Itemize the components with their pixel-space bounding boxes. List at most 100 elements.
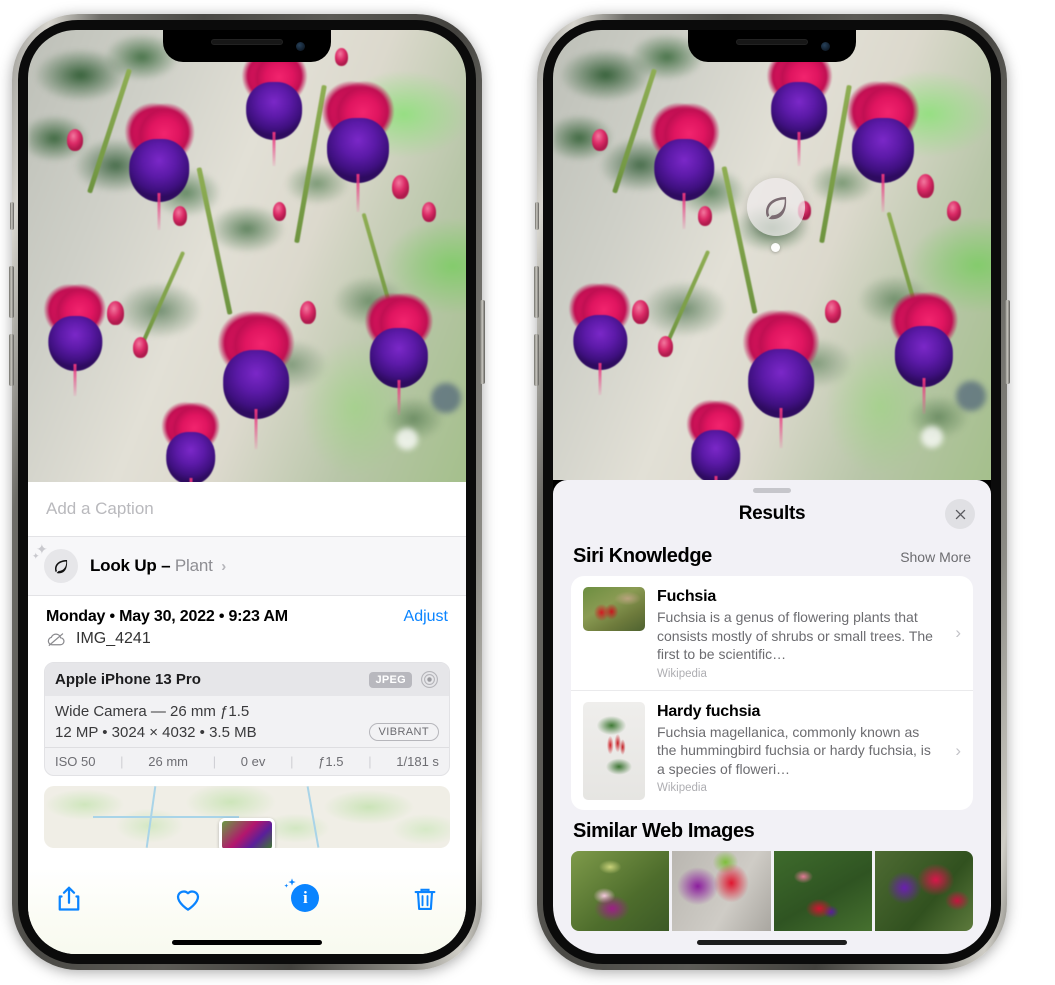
web-image-thumbnail[interactable]: [672, 850, 771, 931]
favorite-button[interactable]: [173, 884, 203, 914]
knowledge-item[interactable]: Fuchsia Fuchsia is a genus of flowering …: [571, 576, 973, 690]
delete-button[interactable]: [410, 884, 440, 914]
volume-up-button[interactable]: [534, 266, 539, 318]
flower: [557, 271, 643, 396]
look-up-dash: –: [161, 556, 171, 575]
exif-focal: 26 mm: [148, 754, 188, 769]
web-image-thumbnail[interactable]: [773, 850, 872, 931]
camera-info-card[interactable]: Apple iPhone 13 Pro JPEG Wide Camera — 2…: [44, 662, 450, 776]
show-more-button[interactable]: Show More: [900, 549, 971, 565]
knowledge-description: Fuchsia is a genus of flowering plants t…: [657, 609, 933, 663]
look-up-label: Look Up – Plant ›: [90, 556, 226, 576]
earpiece-speaker: [736, 39, 808, 45]
bud: [916, 174, 934, 198]
look-up-row[interactable]: ✦ ✦ Look Up – Plant ›: [28, 536, 466, 595]
screen-right: Results Siri Knowledge Show More Fuchsia…: [553, 30, 991, 954]
adjust-button[interactable]: Adjust: [404, 608, 448, 626]
sparkle-icon: ✦: [32, 551, 40, 561]
knowledge-source: Wikipedia: [657, 667, 707, 680]
results-header: Results: [553, 493, 991, 535]
flower: [229, 36, 319, 167]
resolution-info: 12 MP • 3024 × 4032 • 3.5 MB: [55, 723, 257, 741]
photo-viewer[interactable]: [28, 30, 466, 482]
map-photo-pin[interactable]: [219, 818, 275, 848]
bud: [422, 201, 437, 222]
bokeh: [955, 381, 986, 411]
exif-shutter: 1/181 s: [396, 754, 439, 769]
aperture-icon: [421, 671, 438, 688]
share-icon: [58, 886, 80, 911]
notch: [163, 30, 331, 62]
silent-switch[interactable]: [535, 202, 539, 230]
close-button[interactable]: [945, 499, 975, 529]
knowledge-thumbnail: [583, 701, 645, 800]
knowledge-item[interactable]: Hardy fuchsia Fuchsia magellanica, commo…: [571, 689, 973, 810]
knowledge-title: Hardy fuchsia: [657, 702, 761, 720]
section-title: Similar Web Images: [573, 819, 755, 842]
camera-card-header: Apple iPhone 13 Pro JPEG: [45, 663, 449, 696]
look-up-subject: Plant: [174, 556, 213, 575]
flower: [636, 90, 732, 230]
bud: [172, 206, 187, 227]
power-button[interactable]: [1005, 300, 1010, 384]
results-sheet: Results Siri Knowledge Show More Fuchsia…: [553, 480, 991, 954]
close-icon: [955, 509, 965, 519]
flower: [352, 280, 446, 415]
power-button[interactable]: [480, 300, 485, 384]
silent-switch[interactable]: [10, 202, 14, 230]
photo-metadata: Monday • May 30, 2022 • 9:23 AM Adjust I…: [28, 595, 466, 656]
camera-card-body: Wide Camera — 26 mm ƒ1.5 12 MP • 3024 × …: [45, 696, 449, 747]
earpiece-speaker: [211, 39, 283, 45]
bud: [947, 201, 962, 221]
chevron-right-icon: ›: [221, 558, 226, 575]
map-road: [92, 815, 239, 818]
caption-field[interactable]: Add a Caption: [28, 482, 466, 536]
bud: [658, 336, 674, 357]
home-indicator[interactable]: [172, 940, 322, 945]
bud: [631, 300, 649, 324]
lens-info: Wide Camera — 26 mm ƒ1.5: [55, 703, 250, 720]
chevron-right-icon: ›: [955, 623, 961, 643]
notch: [688, 30, 856, 62]
leaf-icon: ✦ ✦: [32, 542, 78, 583]
info-button[interactable]: i: [284, 878, 321, 914]
front-camera: [821, 42, 830, 51]
volume-up-button[interactable]: [9, 266, 14, 318]
bud: [299, 301, 316, 325]
results-title: Results: [738, 503, 806, 524]
section-title: Siri Knowledge: [573, 545, 712, 567]
bud: [824, 300, 841, 323]
web-image-thumbnail[interactable]: [571, 850, 670, 931]
sparkle-icon: [282, 877, 298, 898]
similar-web-images-header: Similar Web Images: [553, 810, 991, 847]
exif-aperture: ƒ1.5: [318, 754, 344, 769]
divider: |: [120, 754, 124, 769]
flower: [877, 279, 971, 414]
home-indicator[interactable]: [697, 940, 847, 945]
bud: [592, 129, 609, 151]
icloud-slash-icon: [47, 632, 65, 646]
knowledge-source: Wikipedia: [657, 782, 707, 795]
bokeh: [920, 426, 943, 448]
flower: [754, 36, 844, 166]
volume-down-button[interactable]: [9, 334, 14, 386]
leaf-icon: [766, 197, 787, 220]
heart-icon: [176, 890, 199, 911]
volume-down-button[interactable]: [534, 334, 539, 386]
knowledge-title: Fuchsia: [657, 588, 717, 605]
photo-viewer[interactable]: [553, 30, 991, 480]
siri-knowledge-card: Fuchsia Fuchsia is a genus of flowering …: [571, 576, 973, 810]
photo-date: Monday • May 30, 2022 • 9:23 AM: [46, 608, 288, 625]
bud: [334, 48, 348, 67]
front-camera: [296, 42, 305, 51]
screen-left: Add a Caption ✦ ✦ Look Up – Plant › Mond…: [28, 30, 466, 954]
visual-look-up-badge[interactable]: [747, 178, 805, 236]
divider: |: [368, 754, 372, 769]
similar-web-images-row[interactable]: [553, 850, 991, 931]
exif-iso: ISO 50: [55, 754, 96, 769]
location-map[interactable]: [44, 786, 450, 848]
share-button[interactable]: [54, 884, 84, 914]
iphone-left: Add a Caption ✦ ✦ Look Up – Plant › Mond…: [9, 14, 485, 970]
knowledge-description: Fuchsia magellanica, commonly known as t…: [657, 723, 931, 777]
web-image-thumbnail[interactable]: [874, 850, 973, 931]
